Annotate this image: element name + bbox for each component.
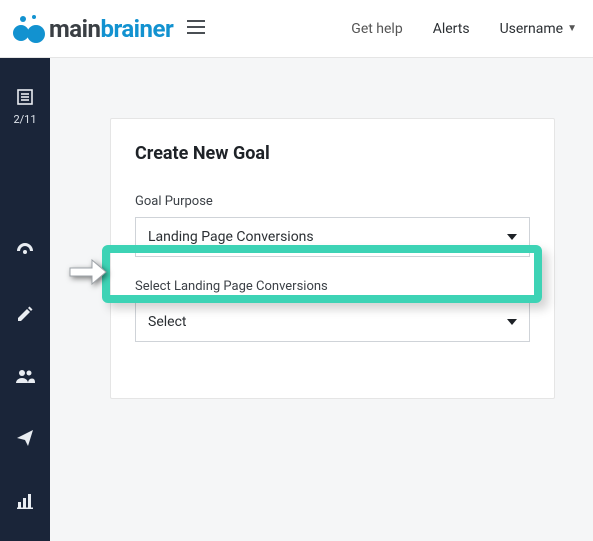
goal-purpose-select[interactable]: Landing Page Conversions	[135, 217, 530, 257]
chevron-down-icon: ▼	[567, 23, 577, 34]
select-lp-select[interactable]: Select	[135, 302, 530, 342]
nav-username[interactable]: Username ▼	[500, 21, 577, 37]
sidebar-progress-text: 2/11	[13, 113, 36, 126]
goal-purpose-label: Goal Purpose	[135, 194, 530, 209]
sidebar-item-progress[interactable]: 2/11	[0, 88, 50, 126]
goal-purpose-value: Landing Page Conversions	[148, 229, 314, 245]
pencil-icon	[16, 305, 34, 326]
nav-get-help[interactable]: Get help	[351, 21, 402, 37]
select-lp-group: Select Landing Page Conversions Select	[135, 279, 530, 342]
chevron-down-icon	[507, 319, 517, 325]
nav-alerts[interactable]: Alerts	[433, 21, 470, 37]
logo-text: mainbrainer	[49, 15, 173, 43]
select-lp-label: Select Landing Page Conversions	[135, 279, 530, 294]
hamburger-icon[interactable]	[187, 19, 205, 38]
paper-plane-icon	[16, 429, 34, 450]
logo-mark-icon	[10, 11, 46, 47]
callout-arrow-icon	[68, 258, 108, 290]
people-icon	[15, 368, 35, 387]
bar-chart-icon	[16, 492, 34, 513]
top-nav: Get help Alerts Username ▼	[351, 21, 577, 37]
gauge-icon	[15, 240, 35, 263]
select-lp-value: Select	[148, 314, 186, 330]
brand-logo[interactable]: mainbrainer	[10, 11, 173, 47]
card-title: Create New Goal	[135, 143, 530, 164]
sidebar-item-reports[interactable]	[0, 492, 50, 513]
sidebar-item-people[interactable]	[0, 368, 50, 387]
sidebar-item-edit[interactable]	[0, 305, 50, 326]
main-content: Create New Goal Goal Purpose Landing Pag…	[50, 58, 593, 541]
sidebar-item-send[interactable]	[0, 429, 50, 450]
chevron-down-icon	[507, 234, 517, 240]
create-goal-card: Create New Goal Goal Purpose Landing Pag…	[110, 118, 555, 399]
list-progress-icon	[16, 88, 34, 109]
sidebar-item-dashboard[interactable]	[0, 240, 50, 263]
sidebar: 2/11	[0, 58, 50, 541]
goal-purpose-group: Goal Purpose Landing Page Conversions	[135, 194, 530, 257]
top-bar: mainbrainer Get help Alerts Username ▼	[0, 0, 593, 58]
